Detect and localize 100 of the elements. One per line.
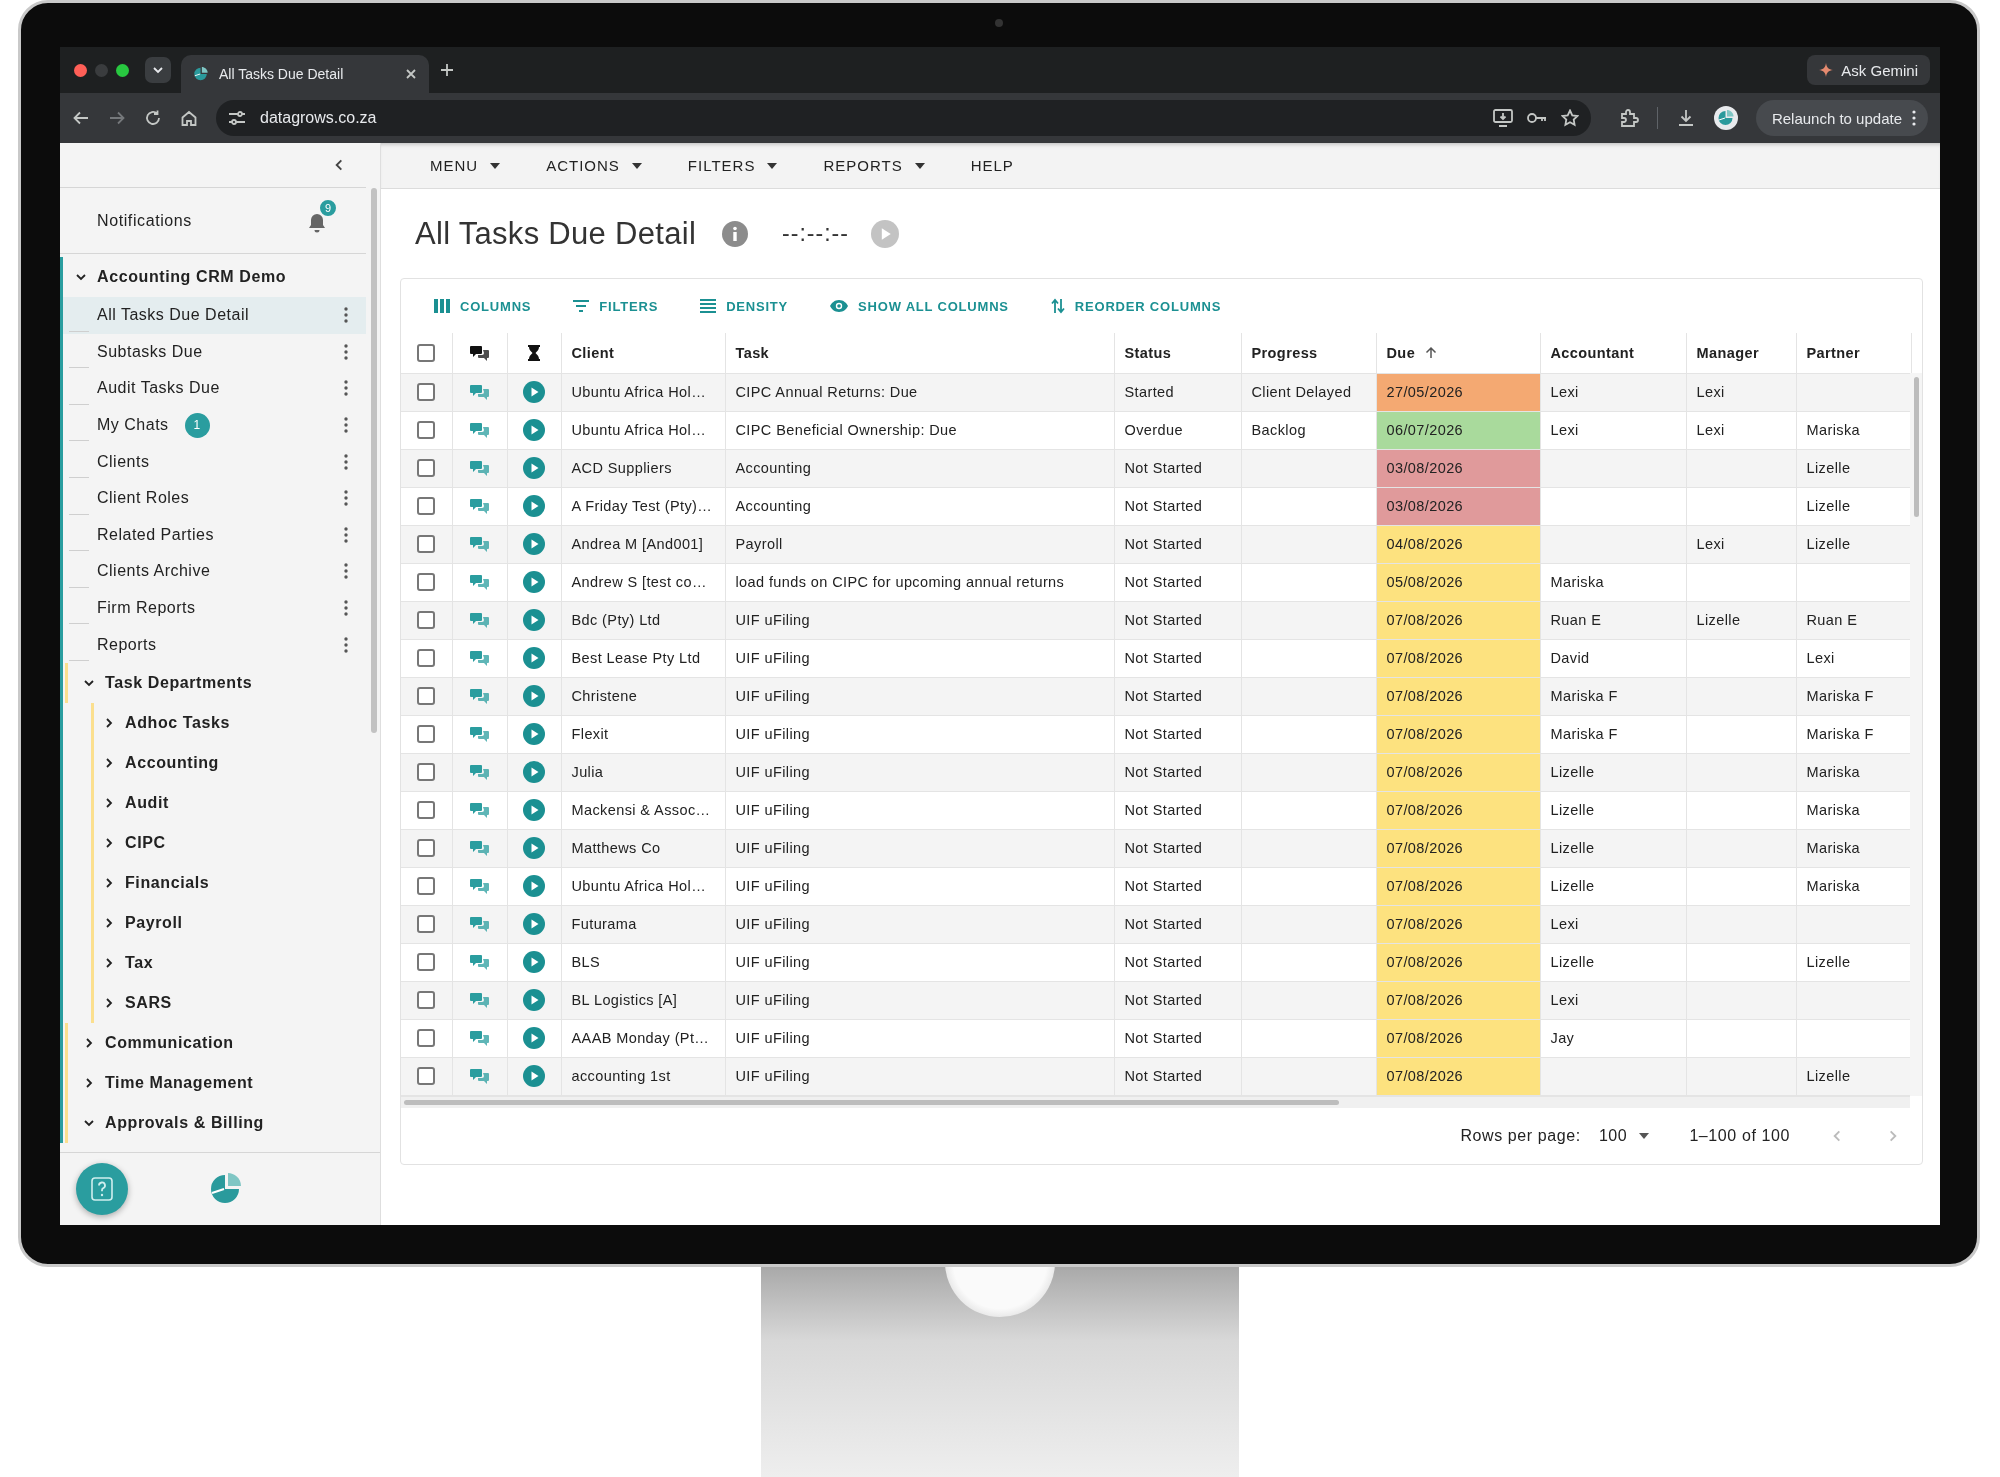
play-icon[interactable] <box>523 381 545 403</box>
rows-per-page-select[interactable]: 100 <box>1598 1126 1650 1145</box>
tree-folder[interactable]: Accounting <box>63 742 366 783</box>
more-icon[interactable] <box>344 490 348 507</box>
help-button[interactable] <box>76 1163 128 1215</box>
play-icon[interactable] <box>523 647 545 669</box>
info-icon[interactable] <box>722 220 749 247</box>
tree-folder[interactable]: Communication <box>63 1022 366 1063</box>
row-checkbox[interactable] <box>417 915 436 933</box>
row-checkbox[interactable] <box>417 877 436 895</box>
close-window-button[interactable] <box>74 63 87 77</box>
row-checkbox[interactable] <box>417 573 436 591</box>
tab-search-button[interactable] <box>145 57 171 83</box>
play-icon[interactable] <box>523 533 545 555</box>
back-icon[interactable] <box>72 109 90 127</box>
play-icon[interactable] <box>523 761 545 783</box>
column-header[interactable]: Task <box>725 333 1114 373</box>
sidebar-item[interactable]: Firm Reports <box>63 589 366 627</box>
play-icon[interactable] <box>523 799 545 821</box>
row-checkbox[interactable] <box>417 535 436 553</box>
close-icon[interactable] <box>405 68 417 80</box>
column-header[interactable]: Due <box>1376 333 1540 373</box>
column-header[interactable]: Accountant <box>1540 333 1686 373</box>
tree-folder[interactable]: Payroll <box>63 902 366 943</box>
tree-folder[interactable]: Tax <box>63 942 366 983</box>
row-checkbox[interactable] <box>417 497 436 515</box>
tree-folder[interactable]: CIPC <box>63 822 366 863</box>
profile-avatar[interactable] <box>1713 106 1738 130</box>
row-checkbox[interactable] <box>417 1029 436 1047</box>
sidebar-item[interactable]: Client Roles <box>63 479 366 517</box>
tree-folder[interactable]: Task Departments <box>63 662 366 703</box>
column-header[interactable]: Status <box>1114 333 1241 373</box>
select-all-checkbox[interactable] <box>417 343 436 362</box>
row-checkbox[interactable] <box>417 953 436 971</box>
tree-folder[interactable]: Adhoc Tasks <box>63 702 366 743</box>
play-icon[interactable] <box>523 1027 545 1049</box>
sidebar-item[interactable]: Clients <box>63 443 366 480</box>
menu-item[interactable]: REPORTS <box>823 157 925 174</box>
more-icon[interactable] <box>344 453 348 470</box>
browser-tab[interactable]: All Tasks Due Detail <box>181 55 429 93</box>
key-icon[interactable] <box>1526 112 1547 124</box>
install-icon[interactable] <box>1492 109 1513 127</box>
play-icon[interactable] <box>523 875 545 897</box>
play-icon[interactable] <box>523 419 545 441</box>
row-checkbox[interactable] <box>417 421 436 439</box>
toolbar-button[interactable]: COLUMNS <box>434 298 532 314</box>
play-icon[interactable] <box>523 571 545 593</box>
sidebar-item[interactable]: All Tasks Due Detail <box>63 297 366 334</box>
more-icon[interactable] <box>344 380 348 397</box>
play-icon[interactable] <box>523 951 545 973</box>
row-checkbox[interactable] <box>417 459 436 477</box>
play-icon[interactable] <box>523 495 545 517</box>
puzzle-icon[interactable] <box>1618 108 1639 128</box>
tree-folder[interactable]: Financials <box>63 862 366 903</box>
play-icon[interactable] <box>523 723 545 745</box>
play-icon[interactable] <box>523 913 545 935</box>
row-checkbox[interactable] <box>417 383 436 401</box>
more-icon[interactable] <box>344 563 348 580</box>
toolbar-button[interactable]: FILTERS <box>573 298 659 314</box>
ask-gemini-button[interactable]: Ask Gemini <box>1807 55 1930 85</box>
more-icon[interactable] <box>344 417 348 434</box>
sidebar-item[interactable]: Clients Archive <box>63 553 366 590</box>
row-checkbox[interactable] <box>417 725 436 743</box>
more-icon[interactable] <box>344 600 348 617</box>
row-checkbox[interactable] <box>417 839 436 857</box>
more-icon[interactable] <box>344 526 348 543</box>
address-bar[interactable]: datagrows.co.za <box>216 100 1591 136</box>
menu-item[interactable]: HELP <box>970 157 1014 174</box>
play-icon[interactable] <box>523 457 545 479</box>
relaunch-button[interactable]: Relaunch to update <box>1755 100 1928 136</box>
row-checkbox[interactable] <box>417 611 436 629</box>
column-header[interactable]: Manager <box>1686 333 1796 373</box>
play-icon[interactable] <box>523 837 545 859</box>
sidebar-item[interactable]: Audit Tasks Due <box>63 370 366 407</box>
row-checkbox[interactable] <box>417 1067 436 1085</box>
menu-item[interactable]: ACTIONS <box>546 157 642 174</box>
home-icon[interactable] <box>180 109 198 127</box>
row-checkbox[interactable] <box>417 687 436 705</box>
site-settings-icon[interactable] <box>228 110 246 126</box>
more-icon[interactable] <box>344 343 348 360</box>
row-checkbox[interactable] <box>417 801 436 819</box>
row-checkbox[interactable] <box>417 763 436 781</box>
tree-folder[interactable]: Time Management <box>63 1062 366 1103</box>
play-icon[interactable] <box>523 1065 545 1087</box>
more-icon[interactable] <box>344 307 348 324</box>
column-header[interactable]: Partner <box>1796 333 1911 373</box>
reload-icon[interactable] <box>144 109 162 127</box>
column-header[interactable]: Client <box>561 333 725 373</box>
tree-folder[interactable]: SARS <box>63 982 366 1023</box>
toolbar-button[interactable]: DENSITY <box>700 298 789 314</box>
play-icon[interactable] <box>523 685 545 707</box>
more-icon[interactable] <box>344 636 348 653</box>
menu-item[interactable]: MENU <box>430 157 501 174</box>
sidebar-item[interactable]: Related Parties <box>63 516 366 554</box>
toolbar-button[interactable]: SHOW ALL COLUMNS <box>830 298 1009 314</box>
sidebar-item[interactable]: My Chats 1 <box>63 406 366 444</box>
menu-item[interactable]: FILTERS <box>687 157 778 174</box>
play-icon[interactable] <box>523 609 545 631</box>
tree-folder[interactable]: Audit <box>63 782 366 823</box>
forward-icon[interactable] <box>108 109 126 127</box>
